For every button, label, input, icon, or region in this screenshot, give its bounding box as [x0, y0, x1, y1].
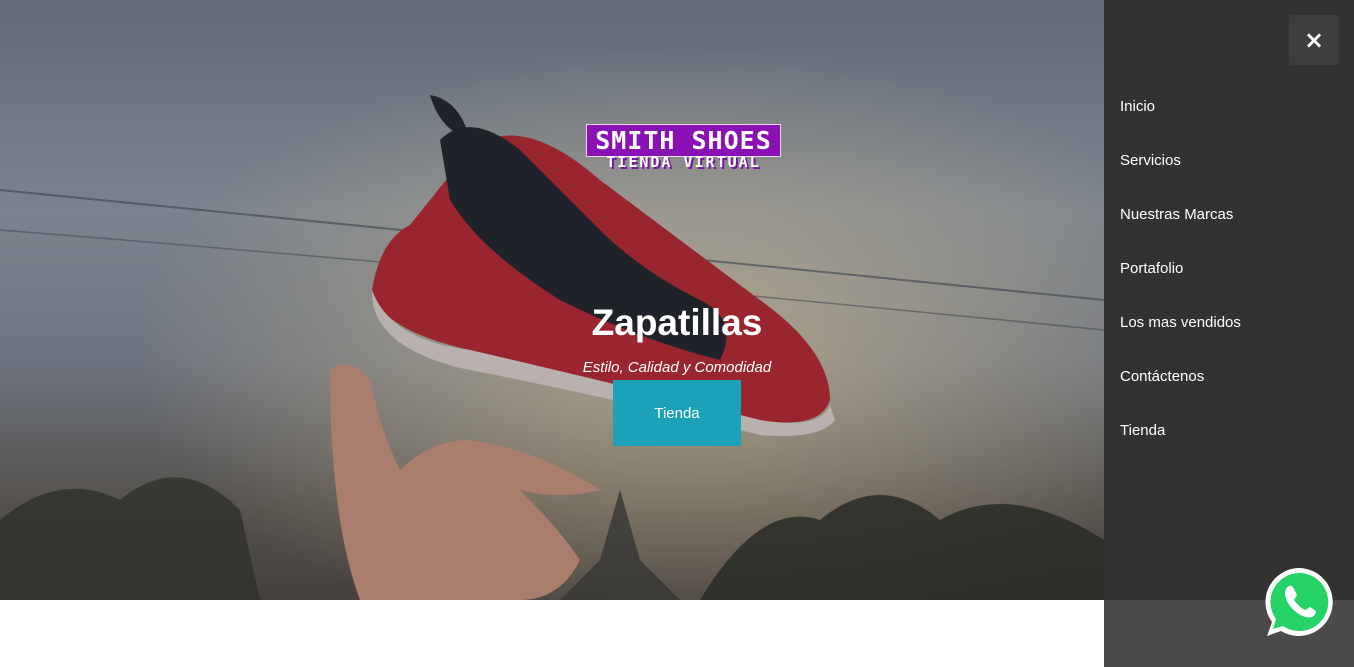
- sidebar-item-servicios[interactable]: Servicios: [1120, 152, 1181, 169]
- sidebar-item-contactenos[interactable]: Contáctenos: [1120, 368, 1204, 385]
- sidebar-item-los-mas-vendidos[interactable]: Los mas vendidos: [1120, 314, 1241, 331]
- hero-subtitle: Estilo, Calidad y Comodidad: [582, 359, 772, 376]
- whatsapp-icon[interactable]: [1263, 566, 1335, 638]
- logo-subtitle: TIENDA VIRTUAL: [606, 153, 761, 171]
- brand-logo[interactable]: SMITH SHOES TIENDA VIRTUAL: [586, 124, 781, 174]
- shop-button[interactable]: Tienda: [613, 380, 741, 446]
- hero-section: SMITH SHOES TIENDA VIRTUAL Zapatillas Es…: [0, 0, 1104, 600]
- sidebar-item-tienda[interactable]: Tienda: [1120, 422, 1165, 439]
- sidebar-item-inicio[interactable]: Inicio: [1120, 98, 1155, 115]
- sidebar-item-nuestras-marcas[interactable]: Nuestras Marcas: [1120, 206, 1233, 223]
- sidebar-item-portafolio[interactable]: Portafolio: [1120, 260, 1183, 277]
- close-icon[interactable]: ×: [1289, 15, 1339, 65]
- hero-title: Zapatillas: [591, 302, 763, 343]
